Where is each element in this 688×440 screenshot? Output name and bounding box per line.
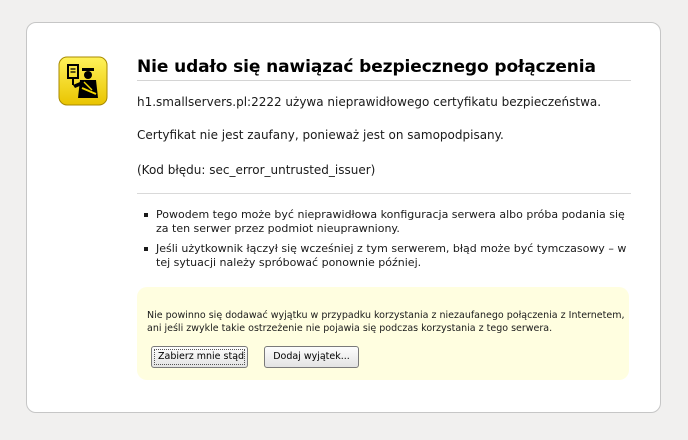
page-title: Nie udało się nawiązać bezpiecznego połą… xyxy=(137,57,631,81)
list-item-text: Powodem tego może być nieprawidłowa konf… xyxy=(156,208,625,235)
get-me-out-button[interactable]: Zabierz mnie stąd xyxy=(151,346,248,368)
add-exception-button[interactable]: Dodaj wyjątek... xyxy=(264,346,359,368)
reasons-list: Powodem tego może być nieprawidłowa konf… xyxy=(137,208,631,276)
bullet-icon xyxy=(144,247,148,251)
add-exception-label: Dodaj wyjątek... xyxy=(273,351,350,362)
list-item: Jeśli użytkownik łączył się wcześniej z … xyxy=(137,242,631,270)
get-me-out-label: Zabierz mnie stąd xyxy=(158,351,245,362)
bullet-icon xyxy=(144,213,148,217)
warning-text: Nie powinno się dodawać wyjątku w przypa… xyxy=(147,310,625,334)
expert-warning-panel: Nie powinno się dodawać wyjątku w przypa… xyxy=(137,287,629,380)
security-officer-icon xyxy=(58,56,108,106)
error-code: (Kod błędu: sec_error_untrusted_issuer) xyxy=(137,163,376,177)
list-item: Powodem tego może być nieprawidłowa konf… xyxy=(137,208,631,236)
page: Nie udało się nawiązać bezpiecznego połą… xyxy=(0,0,688,440)
error-box: Nie udało się nawiązać bezpiecznego połą… xyxy=(26,22,661,413)
divider xyxy=(137,193,631,194)
error-content: Nie udało się nawiązać bezpiecznego połą… xyxy=(137,57,631,269)
self-signed-message: Certyfikat nie jest zaufany, ponieważ je… xyxy=(137,128,504,142)
list-item-text: Jeśli użytkownik łączył się wcześniej z … xyxy=(156,242,627,269)
certificate-host-message: h1.smallservers.pl:2222 używa nieprawidł… xyxy=(137,95,602,109)
